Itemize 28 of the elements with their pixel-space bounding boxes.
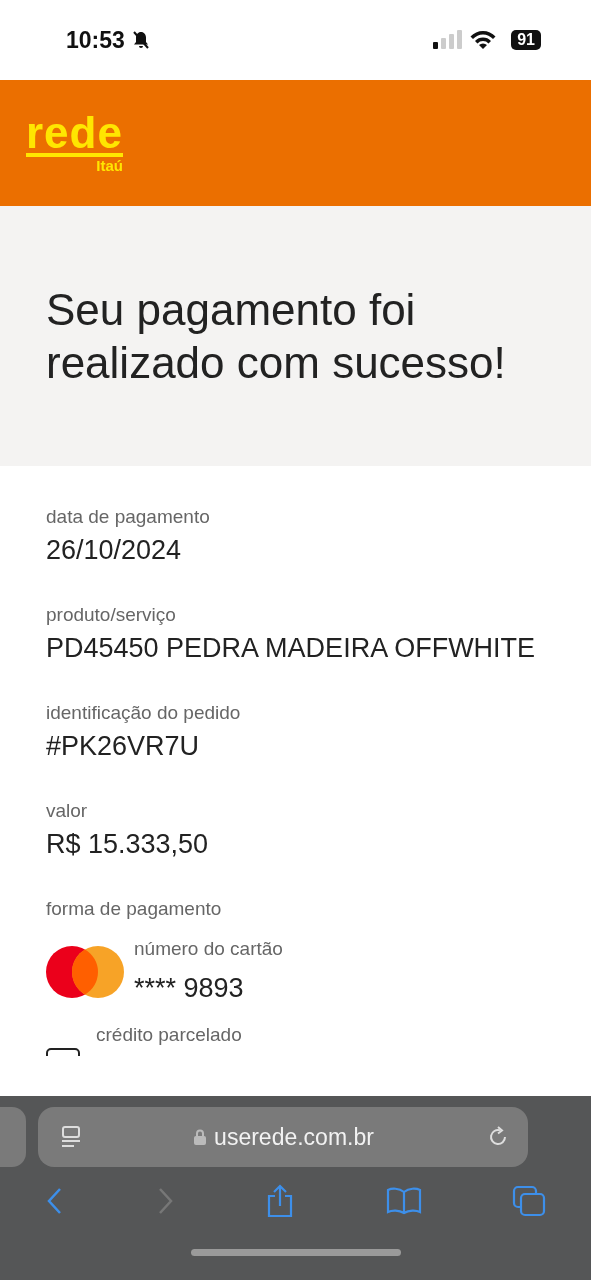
url-text: userede.com.br	[214, 1123, 374, 1151]
field-value: 26/10/2024	[46, 534, 183, 567]
battery-level: 91	[511, 30, 541, 50]
card-brand-icon	[46, 945, 124, 999]
field-value: #PK26VR7U	[46, 730, 201, 763]
logo-subtext: Itaú	[96, 156, 123, 174]
lock-icon	[194, 1129, 207, 1145]
bookmarks-button[interactable]	[385, 1187, 422, 1215]
field-label: forma de pagamento	[46, 897, 223, 921]
field-label: data de pagamento	[46, 505, 211, 529]
field-label: identificação do pedido	[46, 701, 242, 725]
tabs-button[interactable]	[511, 1185, 546, 1217]
installments-label: crédito parcelado	[96, 1023, 242, 1047]
muted-bell-icon	[130, 30, 151, 50]
wifi-icon	[469, 30, 498, 50]
address-bar[interactable]: userede.com.br	[38, 1107, 528, 1167]
logo-text: rede	[26, 112, 123, 157]
field-value: R$ 15.333,50	[46, 828, 210, 861]
reader-icon[interactable]	[60, 1125, 82, 1149]
field-label: valor	[46, 799, 89, 823]
signal-icon	[433, 30, 464, 50]
success-title: Seu pagamento foi realizado com sucesso!	[46, 284, 507, 389]
card-number: **** 9893	[134, 972, 245, 1005]
field-label: produto/serviço	[46, 603, 177, 627]
tab-edge[interactable]	[0, 1107, 26, 1167]
field-value: PD45450 PEDRA MADEIRA OFFWHITE	[46, 632, 537, 665]
status-time: 10:53	[66, 26, 125, 54]
card-label: número do cartão	[134, 937, 283, 961]
